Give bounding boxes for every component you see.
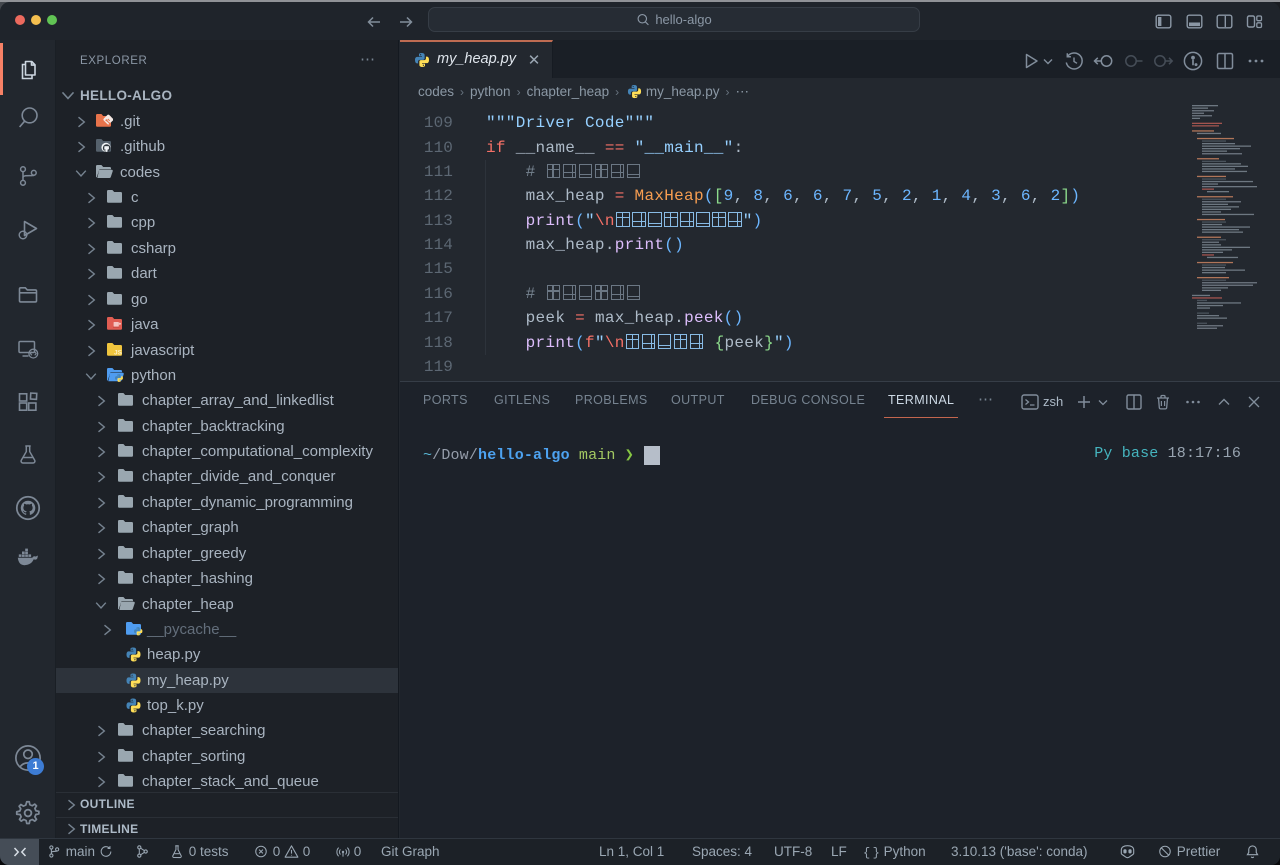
svg-text:JS: JS xyxy=(114,349,123,356)
